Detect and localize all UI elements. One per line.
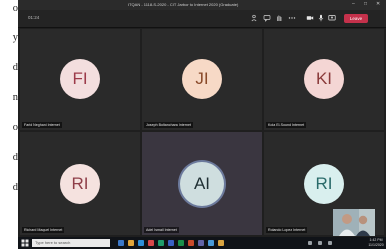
word-icon[interactable]	[168, 240, 174, 246]
participant-name: Farid Neghani Internet	[22, 122, 62, 128]
file-explorer-icon[interactable]	[128, 240, 134, 246]
document-text-fragment: n	[12, 92, 18, 103]
leave-button-label: Leave	[349, 16, 363, 21]
document-text-fragment: o	[12, 122, 18, 133]
participant-name: Kola El-Sound Internet	[266, 122, 307, 128]
edge-browser-icon[interactable]	[138, 240, 144, 246]
app-icon[interactable]	[148, 240, 154, 246]
app-icon[interactable]	[158, 240, 164, 246]
raise-hand-icon[interactable]	[275, 14, 283, 22]
document-text-fragment: d	[12, 62, 18, 73]
taskbar-search-input[interactable]: Type here to search	[32, 239, 110, 247]
participant-tile[interactable]: FI Farid Neghani Internet	[20, 29, 140, 130]
participant-name: Adel Ismail Internet	[144, 227, 179, 233]
participant-name: Joseph Boltanchara Internet	[144, 122, 193, 128]
participant-name: Rolando Lopez Internet	[266, 227, 308, 233]
excel-icon[interactable]	[178, 240, 184, 246]
chat-icon[interactable]	[263, 14, 271, 22]
avatar: RI	[60, 164, 100, 204]
meeting-timer: 01:24	[28, 15, 40, 20]
windows-taskbar: Type here to search 1:42 PM 11/1/2020	[18, 237, 386, 249]
task-view-icon[interactable]	[118, 240, 124, 246]
participant-name: Richard Maquel Internet	[22, 227, 65, 233]
avatar: FI	[60, 59, 100, 99]
share-screen-icon[interactable]	[328, 14, 336, 22]
teams-icon[interactable]	[198, 240, 204, 246]
self-view-image	[333, 209, 375, 236]
camera-icon[interactable]	[306, 14, 314, 22]
avatar: KI	[304, 59, 344, 99]
maximize-button[interactable]: □	[364, 1, 367, 7]
document-text-fragment: d	[12, 182, 18, 193]
leave-button[interactable]: Leave	[344, 14, 368, 23]
window-title: ITQAN - 1118-S-2020 - CIT Jarbor to Inte…	[128, 2, 239, 7]
participant-tile[interactable]: JI Joseph Boltanchara Internet	[142, 29, 262, 130]
window-titlebar: ITQAN - 1118-S-2020 - CIT Jarbor to Inte…	[18, 0, 386, 10]
close-button[interactable]: ✕	[376, 1, 380, 7]
minimize-button[interactable]: –	[352, 1, 355, 7]
participant-tile[interactable]: RI Richard Maquel Internet	[20, 132, 140, 235]
avatar: JI	[182, 59, 222, 99]
more-icon[interactable]	[288, 14, 296, 22]
document-text-fragment: y	[12, 32, 18, 43]
volume-icon[interactable]	[318, 241, 322, 245]
people-icon[interactable]	[251, 14, 259, 22]
meeting-toolbar: 01:24 Leave	[18, 10, 386, 28]
document-text-fragment: d	[12, 152, 18, 163]
network-icon[interactable]	[308, 241, 312, 245]
app-icon[interactable]	[208, 240, 214, 246]
battery-icon[interactable]	[328, 241, 332, 245]
document-edge: o y d n o d d	[0, 0, 18, 249]
teams-meeting-window: ITQAN - 1118-S-2020 - CIT Jarbor to Inte…	[18, 0, 386, 249]
participant-tile-active-speaker[interactable]: AI Adel Ismail Internet	[142, 132, 262, 235]
avatar: AI	[180, 162, 224, 206]
powerpoint-icon[interactable]	[188, 240, 194, 246]
self-view-video[interactable]	[333, 209, 375, 236]
taskbar-clock[interactable]: 1:42 PM 11/1/2020	[366, 238, 386, 248]
windows-start-icon[interactable]	[21, 239, 29, 247]
document-text-fragment: o	[12, 3, 18, 14]
participant-tile[interactable]: KI Kola El-Sound Internet	[264, 29, 384, 130]
mic-icon[interactable]	[317, 14, 325, 22]
clock-date: 11/1/2020	[368, 243, 384, 247]
app-icon[interactable]	[218, 240, 224, 246]
avatar: RI	[304, 164, 344, 204]
